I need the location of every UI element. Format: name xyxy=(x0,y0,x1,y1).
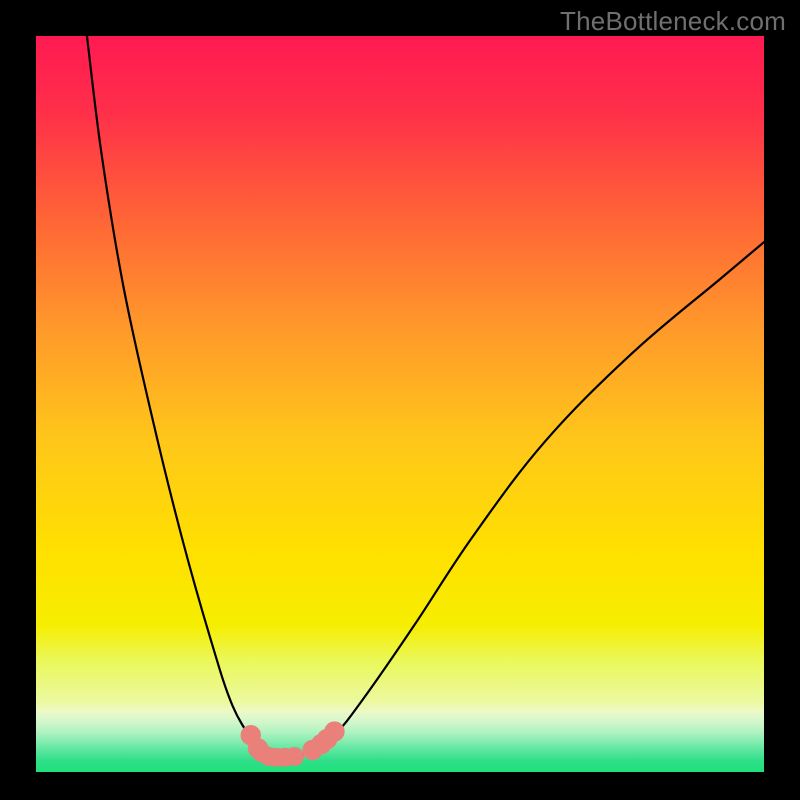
chart-svg xyxy=(36,36,764,772)
chart-frame: TheBottleneck.com xyxy=(0,0,800,800)
valley-marker xyxy=(324,721,344,741)
chart-background xyxy=(36,36,764,772)
valley-marker xyxy=(285,747,304,766)
watermark-text: TheBottleneck.com xyxy=(560,6,786,37)
chart-plot-area xyxy=(36,36,764,772)
